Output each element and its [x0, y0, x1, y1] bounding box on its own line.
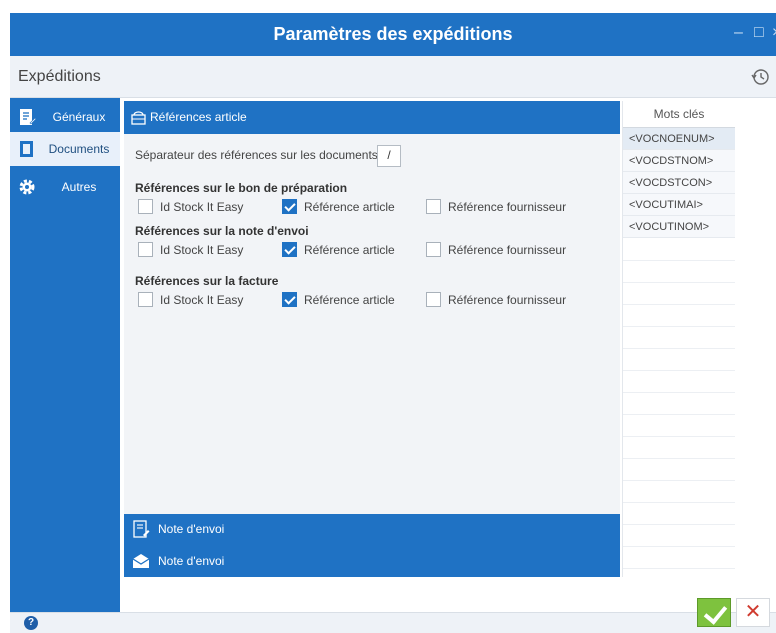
keyword-item[interactable]: <VOCUTINOM> [623, 216, 735, 238]
checkbox-reference-fournisseur[interactable] [426, 199, 441, 214]
checkbox-label: Référence fournisseur [448, 200, 567, 214]
keyword-item[interactable]: <VOCDSTCON> [623, 172, 735, 194]
keyword-empty-row [623, 260, 735, 283]
checkbox-id-stock[interactable] [138, 292, 153, 307]
keyword-empty-row [623, 326, 735, 349]
checkbox-reference-fournisseur[interactable] [426, 292, 441, 307]
bottom-sections: Note d'envoi Note d'envoi [124, 514, 620, 577]
sidebar-item-generaux[interactable]: Généraux [10, 100, 120, 134]
checkbox-label: Référence article [304, 200, 395, 214]
sidebar-item-label: Généraux [52, 110, 106, 124]
document-edit-icon [20, 109, 36, 125]
footer-bar: ? [10, 612, 776, 633]
checkbox-label: Référence article [304, 243, 395, 257]
maximize-button[interactable]: □ [754, 13, 764, 53]
settings-panel: Références article Séparateur des référe… [124, 101, 620, 577]
minimize-button[interactable]: – [734, 13, 743, 53]
ok-button[interactable] [697, 598, 731, 627]
breadcrumb: Expéditions [18, 68, 101, 85]
checkbox-reference-article[interactable] [282, 242, 297, 257]
section-note-envoi-edit[interactable]: Note d'envoi [124, 514, 620, 544]
basket-icon [131, 111, 146, 125]
group-title: Références sur la facture [135, 274, 279, 288]
keyword-empty-row [623, 546, 735, 569]
close-button[interactable]: × [772, 13, 776, 53]
checkbox-label: Id Stock It Easy [160, 200, 244, 214]
keyword-empty-row [623, 524, 735, 547]
sidebar-item-label: Documents [48, 142, 110, 156]
checkbox-label: Id Stock It Easy [160, 243, 244, 257]
group-title: Références sur le bon de préparation [135, 181, 348, 195]
keywords-header: Mots clés [623, 101, 735, 128]
document-edit-icon [133, 520, 150, 538]
keyword-empty-row [623, 458, 735, 481]
checkbox-id-stock[interactable] [138, 242, 153, 257]
group-title: Références sur la note d'envoi [135, 224, 309, 238]
window-title: Paramètres des expéditions [273, 24, 513, 44]
gear-icon [19, 179, 35, 195]
keyword-empty-row [623, 370, 735, 393]
keyword-empty-row [623, 414, 735, 437]
document-icon [20, 141, 33, 157]
keyword-empty-row [623, 238, 735, 261]
sidebar-item-documents[interactable]: Documents [10, 132, 120, 166]
sidebar: Généraux Documents Autres [10, 98, 120, 612]
sidebar-item-label: Autres [61, 180, 97, 194]
section-header: Références article [124, 101, 620, 134]
keyword-item[interactable]: <VOCDSTNOM> [623, 150, 735, 172]
section-title: Références article [150, 110, 247, 124]
keyword-empty-row [623, 304, 735, 327]
checkbox-label: Référence fournisseur [448, 243, 567, 257]
keyword-empty-row [623, 502, 735, 525]
keyword-empty-row [623, 480, 735, 503]
section-note-envoi-mail[interactable]: Note d'envoi [124, 546, 620, 576]
keywords-panel: Mots clés <VOCNOENUM> <VOCDSTNOM> <VOCDS… [622, 101, 735, 577]
keyword-item[interactable]: <VOCUTIMAI> [623, 194, 735, 216]
history-icon[interactable] [750, 67, 770, 87]
cancel-button[interactable]: ✕ [736, 598, 770, 627]
help-icon[interactable]: ? [24, 616, 38, 630]
checkbox-reference-article[interactable] [282, 199, 297, 214]
checkbox-label: Référence article [304, 293, 395, 307]
page-header: Expéditions [10, 56, 776, 98]
sidebar-item-autres[interactable]: Autres [10, 170, 120, 204]
checkbox-id-stock[interactable] [138, 199, 153, 214]
checkbox-reference-article[interactable] [282, 292, 297, 307]
keyword-empty-row [623, 436, 735, 459]
keyword-empty-row [623, 282, 735, 305]
section-label: Note d'envoi [158, 554, 225, 568]
section-label: Note d'envoi [158, 522, 225, 536]
checkbox-label: Id Stock It Easy [160, 293, 244, 307]
envelope-icon [132, 554, 150, 568]
checkbox-reference-fournisseur[interactable] [426, 242, 441, 257]
keyword-empty-row [623, 348, 735, 371]
keyword-item[interactable]: <VOCNOENUM> [623, 128, 735, 150]
separator-input[interactable]: / [377, 145, 401, 167]
title-bar: Paramètres des expéditions – □ × [10, 13, 776, 56]
separator-label: Séparateur des références sur les docume… [135, 148, 378, 162]
checkbox-label: Référence fournisseur [448, 293, 567, 307]
keyword-empty-row [623, 392, 735, 415]
